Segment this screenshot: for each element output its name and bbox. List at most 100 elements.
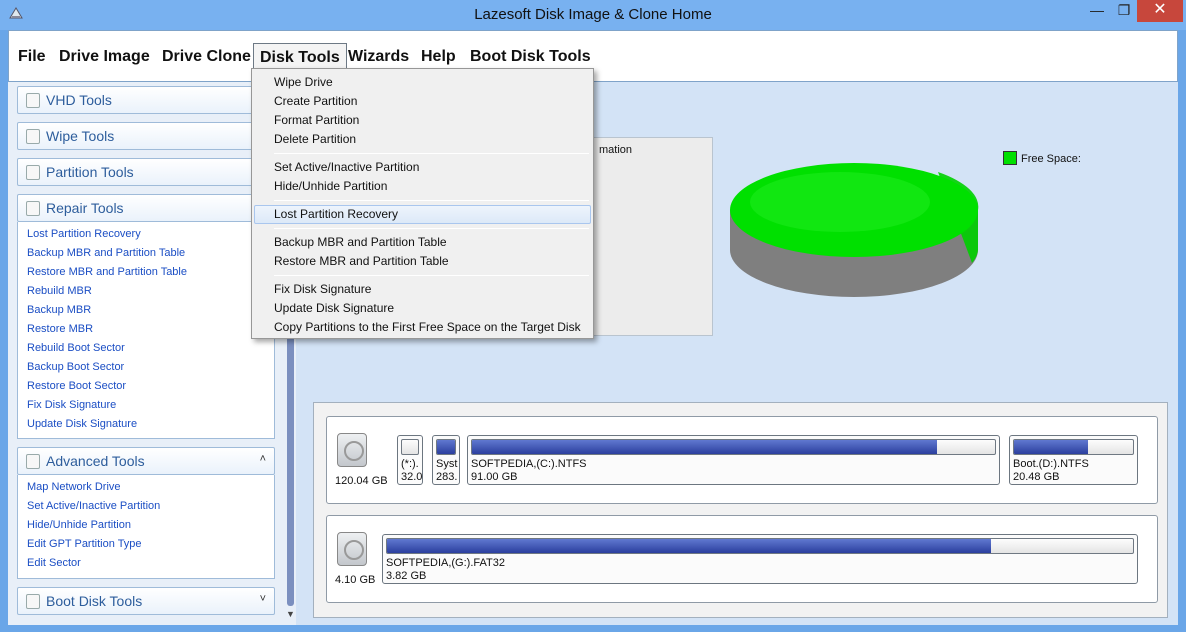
disk-tools-dropdown: Wipe Drive Create Partition Format Parti… [251, 68, 594, 339]
maximize-button[interactable]: ❐ [1111, 0, 1137, 22]
menu-item-set-active-inactive[interactable]: Set Active/Inactive Partition [254, 158, 591, 177]
panel-repair-tools[interactable]: Repair Tools [17, 194, 275, 222]
menu-item-backup-mbr[interactable]: Backup MBR and Partition Table [254, 233, 591, 252]
title-bar: Lazesoft Disk Image & Clone Home — ❐ ✕ [0, 0, 1186, 30]
link-hide-unhide-partition[interactable]: Hide/Unhide Partition [27, 519, 131, 531]
menu-item-copy-partitions[interactable]: Copy Partitions to the First Free Space … [254, 318, 591, 337]
panel-label: Repair Tools [46, 200, 124, 216]
menu-item-lost-partition-recovery[interactable]: Lost Partition Recovery [254, 205, 591, 224]
panel-advanced-tools[interactable]: Advanced Tools ˄ [17, 447, 275, 475]
chevron-down-icon[interactable]: ˅ [260, 593, 266, 605]
tool-icon [26, 129, 40, 144]
link-update-disk-signature[interactable]: Update Disk Signature [27, 418, 137, 430]
hard-disk-icon [337, 532, 367, 566]
link-backup-mbr-partition-table[interactable]: Backup MBR and Partition Table [27, 247, 185, 259]
partition-size: 283. [436, 471, 458, 483]
menu-drive-image[interactable]: Drive Image [53, 43, 156, 71]
partition-usage-bar [471, 439, 996, 455]
partition-name: SOFTPEDIA,(G:).FAT32 [386, 557, 505, 569]
menu-item-update-disk-signature[interactable]: Update Disk Signature [254, 299, 591, 318]
disk-size: 4.10 GB [335, 574, 376, 586]
partition-usage-fill [472, 440, 938, 454]
disk-map: 120.04 GB (*:). 32.0 Syst 283. SOFTPEDIA… [313, 402, 1168, 618]
link-restore-mbr-partition-table[interactable]: Restore MBR and Partition Table [27, 266, 187, 278]
disk-row-2[interactable]: 4.10 GB SOFTPEDIA,(G:).FAT32 3.82 GB [326, 515, 1158, 603]
link-rebuild-boot-sector[interactable]: Rebuild Boot Sector [27, 342, 125, 354]
link-backup-boot-sector[interactable]: Backup Boot Sector [27, 361, 124, 373]
legend-swatch-free-space [1003, 151, 1017, 165]
chevron-up-icon[interactable]: ˄ [260, 453, 266, 465]
partition-size: 3.82 GB [386, 570, 427, 582]
disk-row-1[interactable]: 120.04 GB (*:). 32.0 Syst 283. SOFTPEDIA… [326, 416, 1158, 504]
menu-separator [274, 228, 589, 229]
menu-item-format-partition[interactable]: Format Partition [254, 111, 591, 130]
disk-usage-pie-chart [728, 152, 980, 312]
partition-box[interactable]: SOFTPEDIA,(C:).NTFS 91.00 GB [467, 435, 1000, 485]
tool-icon [26, 454, 40, 469]
partition-box[interactable]: Boot.(D:).NTFS 20.48 GB [1009, 435, 1138, 485]
partition-box[interactable]: SOFTPEDIA,(G:).FAT32 3.82 GB [382, 534, 1138, 584]
legend-label-free-space: Free Space: [1021, 153, 1081, 165]
link-map-network-drive[interactable]: Map Network Drive [27, 481, 121, 493]
panel-label: VHD Tools [46, 92, 112, 108]
link-backup-mbr[interactable]: Backup MBR [27, 304, 91, 316]
link-rebuild-mbr[interactable]: Rebuild MBR [27, 285, 92, 297]
tool-icon [26, 594, 40, 609]
link-restore-boot-sector[interactable]: Restore Boot Sector [27, 380, 126, 392]
partition-name: Boot.(D:).NTFS [1013, 458, 1089, 470]
partition-usage-fill [387, 539, 992, 553]
scroll-down-arrow-icon[interactable]: ▼ [285, 609, 296, 619]
link-fix-disk-signature[interactable]: Fix Disk Signature [27, 399, 116, 411]
menu-item-delete-partition[interactable]: Delete Partition [254, 130, 591, 149]
partition-usage-bar [436, 439, 456, 455]
link-set-active-inactive[interactable]: Set Active/Inactive Partition [27, 500, 160, 512]
partition-usage-bar [1013, 439, 1134, 455]
panel-wipe-tools[interactable]: Wipe Tools [17, 122, 275, 150]
tool-icon [26, 165, 40, 180]
menu-disk-tools[interactable]: Disk Tools [253, 43, 347, 71]
panel-label: Boot Disk Tools [46, 593, 143, 609]
window-title: Lazesoft Disk Image & Clone Home [474, 6, 712, 23]
partition-name: (*:). [401, 458, 419, 470]
menu-separator [274, 153, 589, 154]
partition-size: 20.48 GB [1013, 471, 1060, 483]
link-edit-sector[interactable]: Edit Sector [27, 557, 81, 569]
panel-label: Wipe Tools [46, 128, 115, 144]
menu-boot-disk-tools[interactable]: Boot Disk Tools [464, 43, 597, 71]
repair-tools-list: Lost Partition Recovery Backup MBR and P… [17, 222, 275, 439]
partition-usage-fill [437, 440, 455, 454]
link-lost-partition-recovery[interactable]: Lost Partition Recovery [27, 228, 141, 240]
menu-file[interactable]: File [12, 43, 52, 71]
partition-name: Syst [436, 458, 458, 470]
partition-size: 32.0 [401, 471, 423, 483]
menu-drive-clone[interactable]: Drive Clone [156, 43, 257, 71]
panel-label: Advanced Tools [46, 453, 145, 469]
menu-item-create-partition[interactable]: Create Partition [254, 92, 591, 111]
menu-item-restore-mbr[interactable]: Restore MBR and Partition Table [254, 252, 591, 271]
menu-item-hide-unhide[interactable]: Hide/Unhide Partition [254, 177, 591, 196]
partition-name: SOFTPEDIA,(C:).NTFS [471, 458, 587, 470]
menu-item-fix-disk-signature[interactable]: Fix Disk Signature [254, 280, 591, 299]
menu-help[interactable]: Help [415, 43, 462, 71]
partition-size: 91.00 GB [471, 471, 518, 483]
partition-usage-fill [1014, 440, 1088, 454]
menu-separator [274, 275, 589, 276]
disk-information-label: mation [599, 144, 633, 156]
panel-boot-disk-tools[interactable]: Boot Disk Tools ˅ [17, 587, 275, 615]
disk-size: 120.04 GB [335, 475, 388, 487]
menu-wizards[interactable]: Wizards [342, 43, 415, 71]
tool-icon [26, 93, 40, 108]
link-restore-mbr[interactable]: Restore MBR [27, 323, 93, 335]
tool-icon [26, 201, 40, 216]
panel-vhd-tools[interactable]: VHD Tools [17, 86, 275, 114]
close-button[interactable]: ✕ [1137, 0, 1183, 22]
partition-box[interactable]: (*:). 32.0 [397, 435, 423, 485]
menu-separator [274, 200, 589, 201]
pie-top-highlight [750, 172, 930, 232]
menu-item-wipe-drive[interactable]: Wipe Drive [254, 73, 591, 92]
minimize-button[interactable]: — [1083, 0, 1111, 22]
panel-partition-tools[interactable]: Partition Tools [17, 158, 275, 186]
link-edit-gpt-partition-type[interactable]: Edit GPT Partition Type [27, 538, 142, 550]
partition-box[interactable]: Syst 283. [432, 435, 460, 485]
hard-disk-icon [337, 433, 367, 467]
